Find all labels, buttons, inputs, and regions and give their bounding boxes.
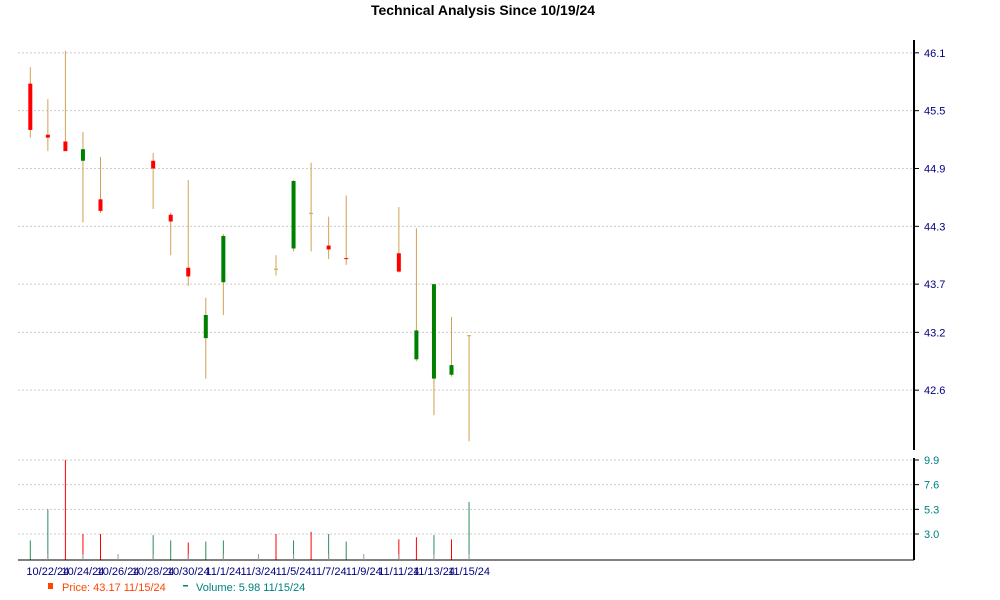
volume-tick-label: 9.9 — [924, 455, 939, 467]
candle — [291, 180, 296, 252]
candle — [186, 180, 191, 287]
candle-body — [431, 284, 436, 379]
candle — [98, 156, 103, 213]
candle — [274, 255, 278, 276]
candle-body — [63, 141, 68, 152]
price-grid — [18, 52, 914, 391]
candle — [221, 234, 226, 315]
price-tick-label: 43.7 — [924, 279, 945, 291]
candle — [151, 153, 156, 209]
price-tick-label: 43.2 — [924, 327, 945, 339]
price-tick-label: 46.1 — [924, 48, 945, 60]
volume-tick-label: 7.6 — [924, 480, 939, 492]
candle-body — [274, 268, 278, 270]
candle — [203, 297, 208, 379]
price-tick-label: 42.6 — [924, 385, 945, 397]
candle — [467, 335, 472, 442]
chart-title: Technical Analysis Since 10/19/24 — [371, 2, 595, 18]
axes — [18, 40, 915, 561]
candle-body — [28, 83, 33, 130]
volume-axis-ticks: 9.9 7.6 5.3 3.0 — [914, 455, 939, 541]
date-tick-label: 11/9/24 — [346, 566, 382, 578]
legend-price-swatch — [48, 583, 53, 589]
candle-body — [221, 235, 226, 283]
candle — [431, 284, 436, 416]
legend: Price: 43.17 11/15/24 Volume: 5.98 11/15… — [48, 582, 305, 594]
candle — [28, 67, 33, 138]
candle — [326, 216, 331, 260]
candle-body — [45, 134, 50, 138]
candle — [63, 50, 68, 152]
candle-body — [168, 214, 173, 222]
price-tick-label: 44.9 — [924, 163, 945, 175]
price-tick-label: 45.5 — [924, 106, 945, 118]
candle-body — [186, 267, 191, 277]
candle — [45, 99, 50, 152]
legend-volume-swatch — [183, 585, 188, 587]
date-tick-label: 11/1/24 — [205, 566, 241, 578]
candle-body — [151, 160, 156, 169]
candle — [344, 195, 349, 265]
chart: Technical Analysis Since 10/19/24 46.1 45… — [18, 2, 945, 594]
price-axis-ticks: 46.1 45.5 44.9 44.3 43.7 43.2 42.6 — [914, 48, 945, 397]
candle — [396, 207, 401, 273]
volume-bars — [29, 460, 470, 560]
candle-body — [449, 365, 454, 375]
candle — [168, 212, 173, 256]
candle — [414, 228, 419, 362]
candle-body — [203, 314, 208, 339]
candle-body — [98, 199, 103, 211]
candle-body — [326, 245, 331, 250]
date-tick-label: 11/7/24 — [311, 566, 347, 578]
candle-body — [467, 335, 472, 337]
candle-body — [396, 253, 401, 272]
date-tick-label: 10/30/24 — [167, 566, 210, 578]
candle — [80, 131, 85, 223]
candle-body — [344, 258, 349, 260]
date-tick-label: 11/15/24 — [448, 566, 490, 578]
candle-body — [309, 212, 314, 214]
candle — [449, 316, 454, 377]
candle-body — [80, 149, 85, 161]
legend-price-label: Price: 43.17 11/15/24 — [62, 582, 166, 594]
volume-grid — [18, 459, 914, 535]
volume-tick-label: 3.0 — [924, 529, 939, 541]
date-tick-label: 11/3/24 — [241, 566, 277, 578]
candle — [309, 162, 314, 252]
date-axis-ticks: 10/22/2410/24/2410/26/2410/28/2410/30/24… — [26, 554, 490, 578]
legend-volume-label: Volume: 5.98 11/15/24 — [196, 582, 305, 594]
candle-body — [414, 330, 419, 360]
price-candles — [28, 50, 472, 442]
candle-body — [291, 181, 296, 249]
date-tick-label: 11/5/24 — [276, 566, 312, 578]
volume-tick-label: 5.3 — [924, 504, 939, 516]
price-tick-label: 44.3 — [924, 221, 945, 233]
